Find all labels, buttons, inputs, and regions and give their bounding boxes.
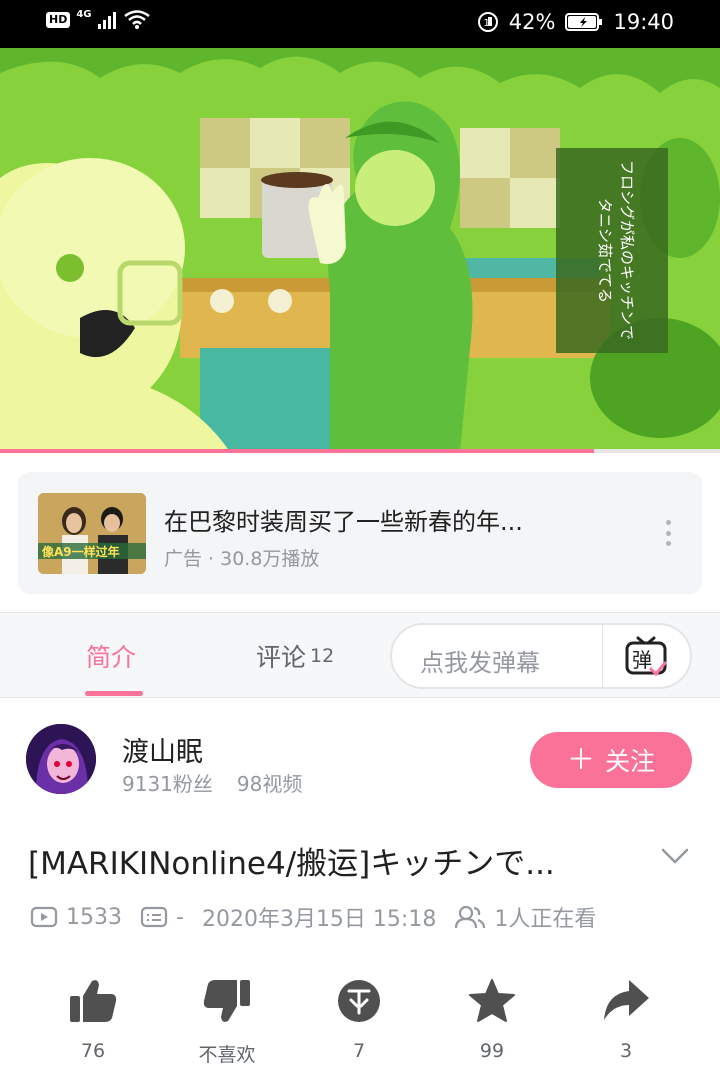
- dislike-button[interactable]: 不喜欢: [172, 978, 282, 1067]
- divider: [602, 625, 603, 687]
- danmaku-placeholder: 点我发弹幕: [420, 649, 540, 677]
- video-progress-fill: [0, 449, 594, 453]
- video-count: 98视频: [236, 772, 303, 796]
- favorite-count: 99: [479, 1040, 505, 1062]
- more-options-icon[interactable]: [666, 520, 672, 546]
- watching-icon: [455, 905, 486, 929]
- watching-count: 1人正在看: [494, 907, 597, 932]
- like-count: 76: [80, 1040, 106, 1062]
- ad-meta: 广告 · 30.8万播放: [164, 548, 320, 570]
- chevron-down-icon[interactable]: [660, 846, 690, 866]
- tab-active-indicator: [85, 691, 143, 696]
- vibrate-icon: 1: [477, 12, 498, 32]
- like-button[interactable]: 76: [38, 978, 148, 1062]
- publish-date: 2020年3月15日 15:18: [201, 907, 437, 932]
- ad-title[interactable]: 在巴黎时装周买了一些新春的年...: [164, 502, 523, 537]
- danmaku-toggle-icon[interactable]: 弹: [624, 635, 668, 679]
- battery-percent: 42%: [508, 10, 556, 34]
- clock: 19:40: [613, 10, 674, 34]
- share-icon: [604, 980, 649, 1020]
- danmaku-icon-char: 弹: [632, 648, 652, 672]
- video-caption-line-1: フロシグが私のキッチンで: [618, 160, 636, 340]
- video-progress-bar[interactable]: [0, 449, 720, 453]
- thumbs-down-icon: [203, 980, 250, 1022]
- share-count: 3: [619, 1040, 633, 1062]
- thumbs-up-icon: [70, 980, 117, 1022]
- dislike-label: 不喜欢: [198, 1044, 256, 1066]
- follow-label: 关注: [605, 747, 656, 776]
- video-frame: フロシグが私のキッチンで タニシ茹でてる: [0, 48, 720, 452]
- tab-intro[interactable]: 简介: [86, 613, 136, 699]
- ad-thumb-text: 像A9一样过年: [42, 544, 120, 559]
- video-meta: 1533 - 2020年3月15日 15:18 1人正在看: [30, 900, 596, 934]
- danmaku-input[interactable]: 点我发弹幕 弹: [390, 623, 692, 689]
- comment-count: 12: [310, 645, 335, 667]
- favorite-button[interactable]: 99: [437, 978, 547, 1062]
- signal-icon: [97, 12, 116, 29]
- tab-comments[interactable]: 评论 12: [256, 613, 334, 699]
- video-title: [MARIKINonline4/搬运]キッチンで...: [28, 846, 555, 882]
- ad-card[interactable]: 像A9一样过年 在巴黎时装周买了一些新春的年... 广告 · 30.8万播放: [18, 472, 702, 594]
- plus-icon: ＋: [566, 743, 595, 776]
- coin-button[interactable]: 7: [304, 978, 414, 1062]
- danmaku-count: -: [176, 904, 184, 930]
- video-caption-line-2: タニシ茹でてる: [596, 198, 614, 303]
- danmaku-count-icon: [140, 906, 168, 928]
- fans-count: 9131粉丝: [122, 772, 213, 796]
- star-icon: [469, 979, 515, 1022]
- view-count: 1533: [66, 904, 122, 930]
- battery-icon: [565, 13, 603, 31]
- coin-count: 7: [352, 1040, 366, 1062]
- video-player[interactable]: フロシグが私のキッチンで タニシ茹でてる: [0, 48, 720, 452]
- ad-thumbnail[interactable]: 像A9一样过年: [38, 493, 146, 574]
- coin-icon: [338, 980, 380, 1022]
- play-count-icon: [30, 906, 58, 928]
- tab-bar: 简介 评论 12 点我发弹幕 弹: [0, 612, 720, 698]
- follow-button[interactable]: ＋ 关注: [530, 732, 692, 788]
- uploader-stats: 9131粉丝 98视频: [122, 768, 302, 797]
- uploader-name[interactable]: 渡山眠: [122, 730, 203, 769]
- tab-comments-label: 评论: [256, 643, 307, 672]
- wifi-icon: [123, 10, 150, 29]
- avatar[interactable]: [26, 724, 96, 794]
- status-bar: HD 4G 1 42% 19:40: [0, 0, 720, 48]
- hd-badge: HD: [46, 12, 71, 28]
- network-type: 4G: [76, 8, 92, 20]
- share-button[interactable]: 3: [571, 978, 681, 1062]
